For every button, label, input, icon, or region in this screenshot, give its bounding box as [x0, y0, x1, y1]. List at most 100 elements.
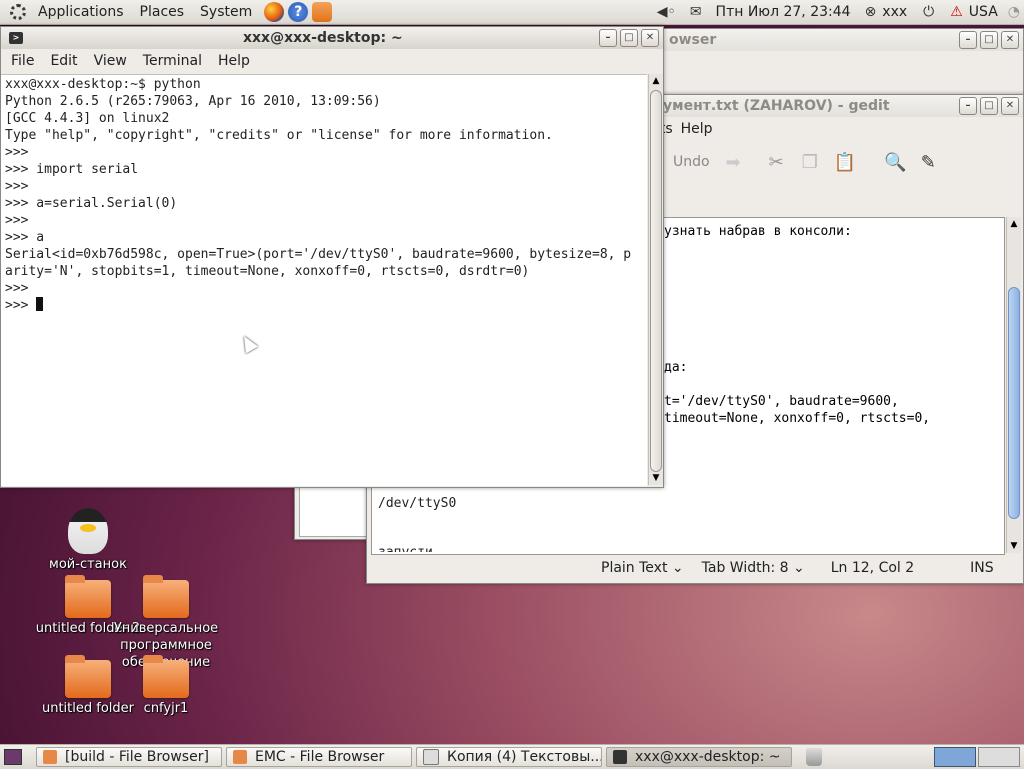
top-panel: Applications Places System ? ◀◦ ✉ Птн Ию… — [0, 0, 1024, 25]
maximize-icon[interactable]: □ — [980, 97, 998, 115]
folder-icon — [233, 750, 247, 764]
menu-applications[interactable]: Applications — [30, 4, 132, 20]
desktop-icon-machine[interactable]: мой-станок — [28, 508, 148, 573]
terminal-line: Serial<id=0xb76d598c, open=True>(port='/… — [5, 247, 632, 262]
text-cursor — [36, 297, 44, 311]
menu-terminal[interactable]: Terminal — [135, 53, 210, 69]
network-icon[interactable]: ◔ — [1008, 4, 1020, 20]
find-icon[interactable]: 🔍 — [884, 152, 906, 173]
language-selector[interactable]: Plain Text ⌄ — [601, 560, 684, 576]
gedit-line: t='/dev/ttyS0', baudrate=9600, — [664, 394, 899, 409]
taskbar-item-text-editor[interactable]: Копия (4) Текстовы... — [416, 747, 602, 767]
close-icon[interactable]: ✕ — [641, 29, 659, 47]
minimize-icon[interactable]: – — [959, 31, 977, 49]
warning-icon[interactable]: ⚠ — [950, 4, 963, 20]
close-icon[interactable]: ✕ — [1001, 97, 1019, 115]
taskbar-label: Копия (4) Текстовы... — [447, 749, 602, 765]
terminal-menubar: File Edit View Terminal Help — [3, 49, 663, 73]
user-name[interactable]: xxx — [882, 4, 907, 20]
terminal-titlebar[interactable]: > xxx@xxx-desktop: ~ – □ ✕ — [1, 27, 663, 49]
paste-icon[interactable]: 📋 — [834, 152, 856, 173]
cut-icon[interactable]: ✂ — [769, 152, 784, 173]
scroll-thumb[interactable] — [650, 90, 662, 472]
close-icon[interactable]: ✕ — [1001, 31, 1019, 49]
terminal-line: Type "help", "copyright", "credits" or "… — [5, 128, 553, 143]
power-icon[interactable]: ⏻ — [923, 4, 934, 20]
minimize-icon[interactable]: – — [599, 29, 617, 47]
scroll-down-icon[interactable]: ▼ — [1007, 539, 1021, 553]
terminal-line: >>> — [5, 213, 29, 228]
copy-icon[interactable]: ❐ — [802, 152, 818, 173]
gedit-title: умент.txt (ZAHAROV) - gedit — [663, 98, 890, 114]
trash-icon[interactable] — [806, 748, 822, 766]
undo-label: Undo — [673, 154, 710, 170]
cursor-position: Ln 12, Col 2 — [830, 560, 915, 576]
folder-icon — [65, 655, 111, 698]
terminal-line: >>> — [5, 145, 29, 160]
show-desktop-icon[interactable] — [4, 749, 22, 765]
menu-system[interactable]: System — [192, 4, 260, 20]
desktop-icon-cnfyjr1[interactable]: cnfyjr1 — [106, 655, 226, 717]
terminal-scrollbar[interactable]: ▲ ▼ — [648, 74, 663, 485]
terminal-line: >>> — [5, 179, 29, 194]
minimize-icon[interactable]: – — [959, 97, 977, 115]
terminal-output: xxx@xxx-desktop:~$ python Python 2.6.5 (r… — [1, 75, 647, 297]
file-browser-title: owser — [669, 32, 717, 48]
gedit-line: да: — [664, 360, 688, 375]
menu-places[interactable]: Places — [132, 4, 193, 20]
terminal-icon: > — [9, 32, 23, 44]
tab-width-selector[interactable]: Tab Width: 8 ⌄ — [702, 560, 805, 576]
terminal-prompt-line[interactable]: >>> — [1, 297, 647, 314]
gedit-line: timeout=None, xonxoff=0, rtscts=0, — [664, 411, 931, 426]
terminal-prompt: >>> — [5, 298, 37, 313]
terminal-line: [GCC 4.4.3] on linux2 — [5, 111, 170, 126]
user-status-icon[interactable]: ⊗ — [865, 4, 877, 20]
scroll-down-icon[interactable]: ▼ — [649, 471, 663, 485]
ubuntu-logo-icon[interactable] — [10, 4, 26, 20]
clock[interactable]: Птн Июл 27, 23:44 — [716, 4, 851, 20]
menu-view[interactable]: View — [86, 53, 135, 69]
gedit-scrollbar[interactable]: ▲ ▼ — [1006, 217, 1021, 553]
scroll-up-icon[interactable]: ▲ — [1007, 217, 1021, 231]
workspace-2[interactable] — [978, 747, 1020, 767]
desktop-icon-label: мой-станок — [49, 557, 127, 572]
menu-file[interactable]: File — [3, 53, 42, 69]
workspace-1[interactable] — [934, 747, 976, 767]
menu-edit[interactable]: Edit — [42, 53, 85, 69]
folder-icon — [143, 655, 189, 698]
menu-help[interactable]: Help — [210, 53, 258, 69]
terminal-line: >>> a=serial.Serial(0) — [5, 196, 178, 211]
language-label: Plain Text — [601, 560, 668, 576]
workspace-switcher[interactable] — [934, 747, 1020, 767]
insert-mode: INS — [970, 560, 994, 576]
terminal-line: xxx@xxx-desktop:~$ python — [5, 77, 201, 92]
taskbar-item-terminal[interactable]: xxx@xxx-desktop: ~ — [606, 747, 792, 767]
terminal-line: >>> a — [5, 230, 45, 245]
keyboard-layout[interactable]: USA — [969, 4, 998, 20]
gedit-lower-text: /dev/ttyS0 — [378, 496, 457, 511]
terminal-window[interactable]: > xxx@xxx-desktop: ~ – □ ✕ File Edit Vie… — [0, 26, 664, 488]
folder-icon — [143, 575, 189, 618]
file-manager-launcher-icon[interactable] — [312, 2, 333, 22]
volume-icon[interactable]: ◀◦ — [657, 4, 676, 20]
undo-button[interactable]: Undo — [673, 154, 710, 170]
gedit-lower-text-cut: запусти — [378, 544, 433, 552]
mail-icon[interactable]: ✉ — [690, 4, 702, 20]
menu-help[interactable]: Help — [673, 121, 721, 137]
scroll-up-icon[interactable]: ▲ — [649, 74, 663, 88]
replace-icon[interactable]: ✎ — [921, 152, 936, 173]
maximize-icon[interactable]: □ — [620, 29, 638, 47]
mouse-pointer-icon — [237, 332, 259, 354]
taskbar-label: [build - File Browser] — [65, 749, 209, 765]
taskbar-item-build-file-browser[interactable]: [build - File Browser] — [36, 747, 222, 767]
redo-icon[interactable]: ➡ — [726, 152, 741, 173]
gedit-statusbar: Plain Text ⌄ Tab Width: 8 ⌄ Ln 12, Col 2… — [367, 557, 1023, 579]
firefox-launcher-icon[interactable] — [264, 2, 285, 22]
taskbar-item-emc-file-browser[interactable]: EMC - File Browser — [226, 747, 412, 767]
desktop-icon-label: cnfyjr1 — [143, 701, 189, 716]
maximize-icon[interactable]: □ — [980, 31, 998, 49]
help-launcher-icon[interactable]: ? — [288, 2, 309, 22]
terminal-screen[interactable]: xxx@xxx-desktop:~$ python Python 2.6.5 (r… — [1, 74, 647, 486]
scroll-thumb[interactable] — [1008, 287, 1020, 519]
taskbar-label: EMC - File Browser — [255, 749, 385, 765]
